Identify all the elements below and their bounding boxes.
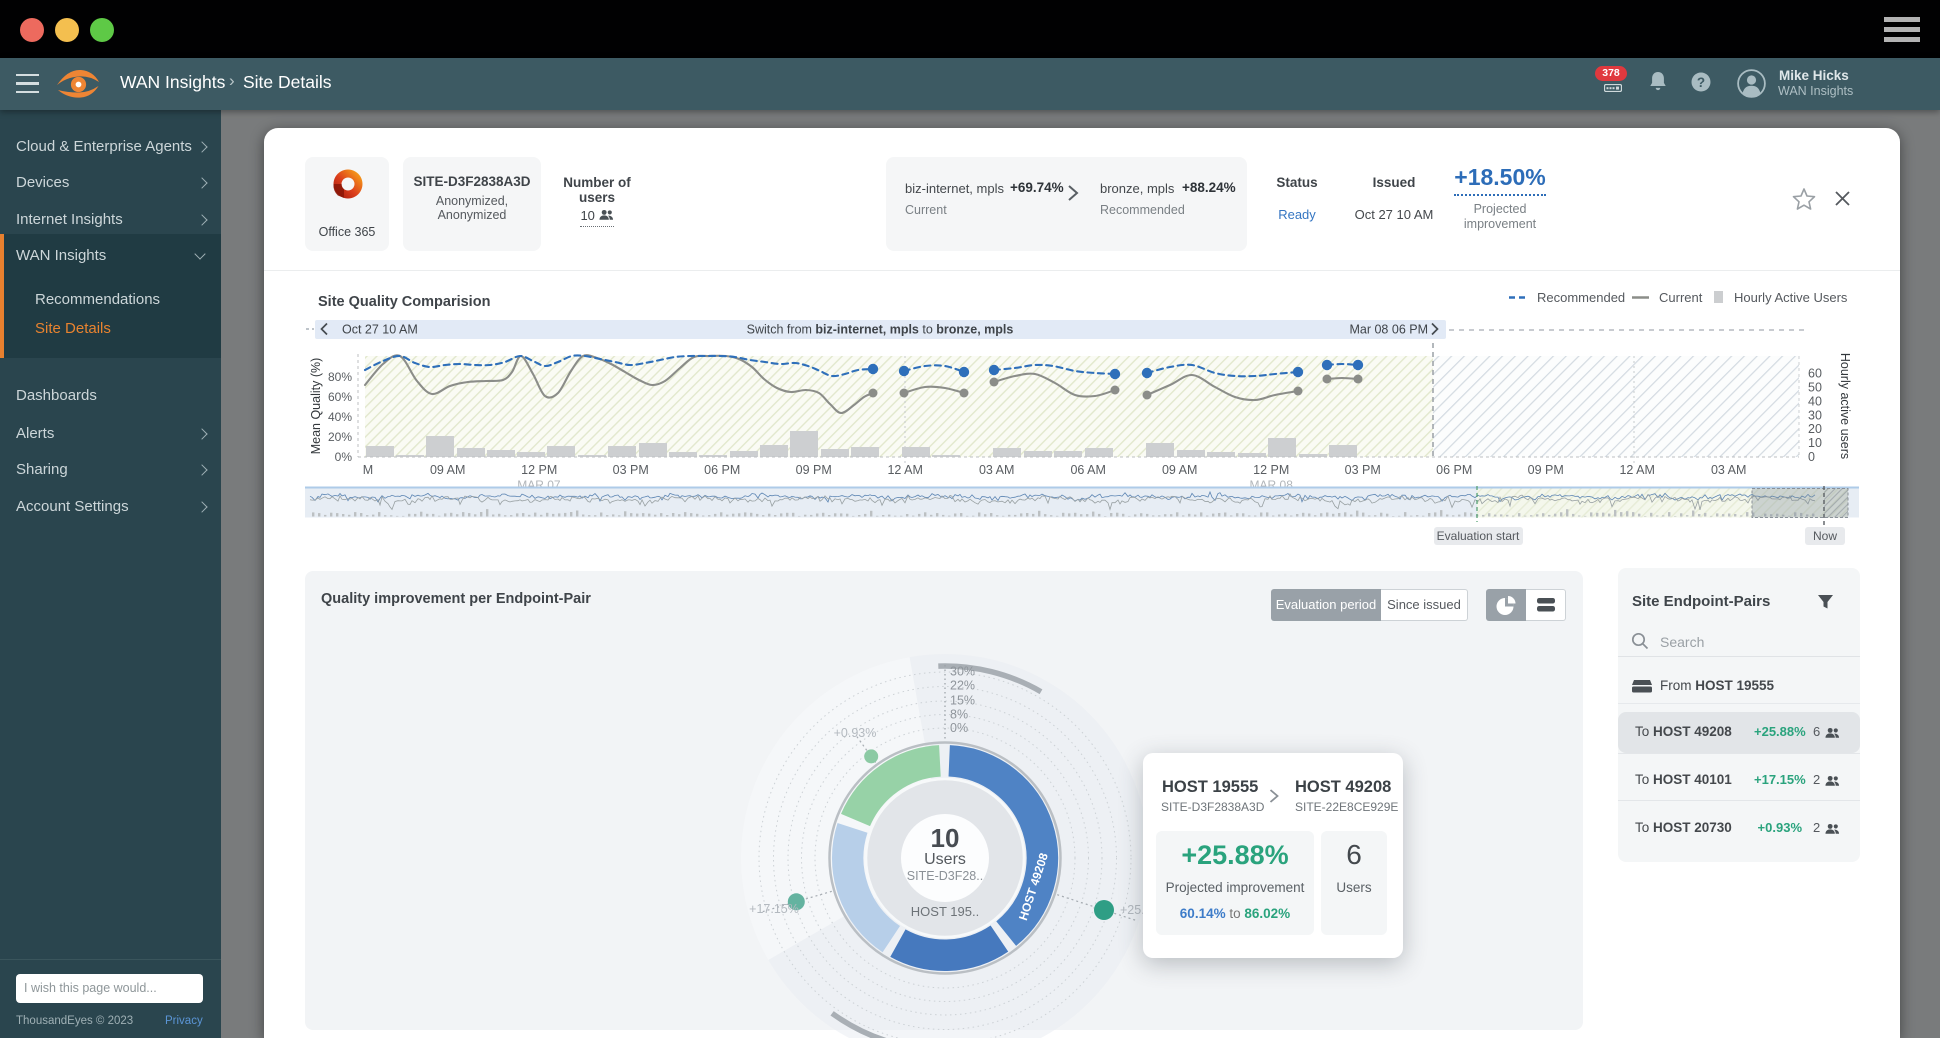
svg-text:10: 10: [1808, 436, 1822, 450]
svg-text:80%: 80%: [328, 370, 352, 384]
svg-text:Current: Current: [1659, 290, 1703, 305]
svg-text:30%: 30%: [950, 665, 975, 679]
svg-text:12 AM: 12 AM: [1619, 463, 1654, 477]
svg-text:06 PM: 06 PM: [1436, 463, 1472, 477]
svg-text:09 AM: 09 AM: [1162, 463, 1197, 477]
svg-text:0%: 0%: [950, 721, 968, 735]
svg-text:09 PM: 09 PM: [796, 463, 832, 477]
svg-text:06 AM: 06 AM: [1070, 463, 1105, 477]
svg-text:03 PM: 03 PM: [1345, 463, 1381, 477]
svg-text:60: 60: [1808, 367, 1822, 381]
svg-text:03 AM: 03 AM: [979, 463, 1014, 477]
svg-text:30: 30: [1808, 408, 1822, 422]
svg-text:Oct 27 10 AM: Oct 27 10 AM: [342, 323, 418, 337]
svg-text:15%: 15%: [950, 694, 975, 708]
svg-text:12 PM: 12 PM: [1253, 463, 1289, 477]
svg-text:Hourly Active Users: Hourly Active Users: [1734, 290, 1848, 305]
svg-text:+17.15%: +17.15%: [749, 902, 799, 916]
svg-text:M: M: [363, 463, 373, 477]
svg-text:SITE-D3F28..: SITE-D3F28..: [907, 869, 983, 883]
svg-text:22%: 22%: [950, 678, 975, 692]
svg-text:40%: 40%: [328, 410, 352, 424]
svg-text:40: 40: [1808, 394, 1822, 408]
svg-text:Users: Users: [924, 851, 966, 868]
svg-text:Site Quality Comparision: Site Quality Comparision: [318, 294, 490, 310]
svg-text:Now: Now: [1813, 529, 1837, 543]
svg-text:12 PM: 12 PM: [521, 463, 557, 477]
svg-text:20%: 20%: [328, 430, 352, 444]
svg-text:+0.93%: +0.93%: [834, 726, 877, 740]
svg-text:HOST 195..: HOST 195..: [911, 904, 979, 919]
svg-text:09 AM: 09 AM: [430, 463, 465, 477]
svg-text:50: 50: [1808, 381, 1822, 395]
svg-text:20: 20: [1808, 422, 1822, 436]
svg-text:06 PM: 06 PM: [704, 463, 740, 477]
svg-text:03 AM: 03 AM: [1711, 463, 1746, 477]
svg-text:Hourly active users: Hourly active users: [1838, 353, 1852, 459]
svg-text:10: 10: [931, 823, 960, 853]
svg-text:Mean Quality (%): Mean Quality (%): [309, 358, 323, 455]
svg-text:8%: 8%: [950, 708, 968, 722]
svg-text:?: ?: [1697, 75, 1705, 90]
svg-text:12 AM: 12 AM: [887, 463, 922, 477]
svg-text:0: 0: [1808, 450, 1815, 464]
svg-text:Evaluation start: Evaluation start: [1437, 529, 1520, 543]
svg-text:Mar 08 06 PM: Mar 08 06 PM: [1349, 323, 1428, 337]
svg-text:0%: 0%: [335, 450, 353, 464]
svg-text:60%: 60%: [328, 390, 352, 404]
svg-text:09 PM: 09 PM: [1528, 463, 1564, 477]
svg-text:Switch from biz-internet, mpls: Switch from biz-internet, mpls to bronze…: [747, 323, 1014, 337]
svg-text:03 PM: 03 PM: [613, 463, 649, 477]
svg-text:Recommended: Recommended: [1537, 290, 1625, 305]
